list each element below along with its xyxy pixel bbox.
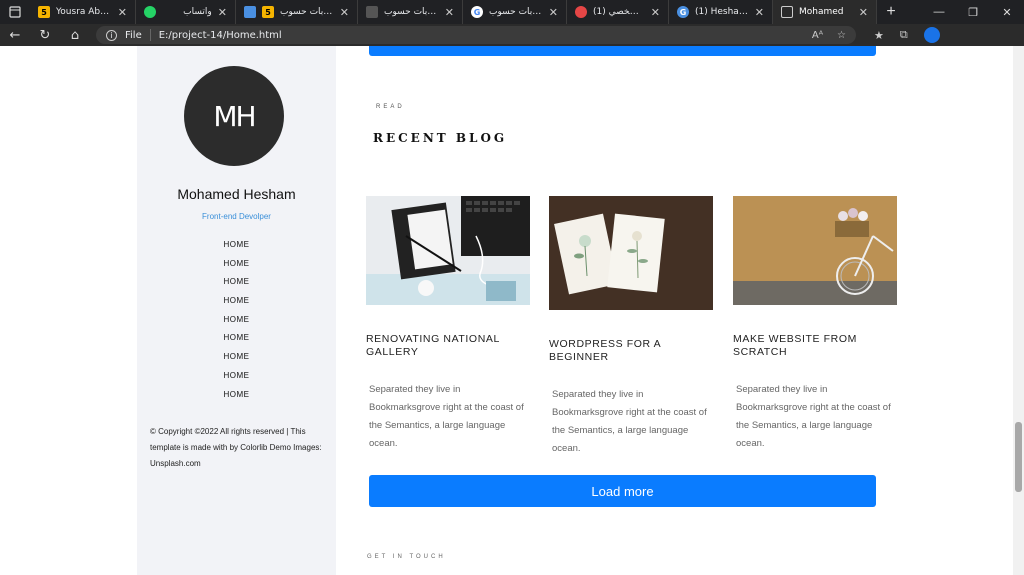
browser-tab[interactable]: (1) ملفي الشخصي ✕ <box>567 0 669 24</box>
profile-role: Front-end Devolper <box>202 212 271 221</box>
blog-excerpt: Separated they live in Bookmarksgrove ri… <box>552 389 707 454</box>
sidebar-item-home[interactable]: HOME <box>137 329 336 348</box>
browser-tab-active[interactable]: Mohamed ✕ <box>773 0 877 24</box>
minimize-icon[interactable]: — <box>922 0 956 24</box>
favorites-icon[interactable]: ★ <box>874 29 884 42</box>
browser-tab[interactable]: 5 Yousra Abdulaziz ✕ <box>30 0 136 24</box>
blog-image[interactable] <box>549 196 713 310</box>
bicycle-wall-image <box>733 196 897 305</box>
tab-close-icon[interactable]: ✕ <box>549 6 558 19</box>
restore-icon[interactable]: ❐ <box>956 0 990 24</box>
sidebar-item-home[interactable]: HOME <box>137 311 336 330</box>
tab-close-icon[interactable]: ✕ <box>651 6 660 19</box>
tab-close-icon[interactable]: ✕ <box>218 6 227 19</box>
sidebar-item-home[interactable]: HOME <box>137 367 336 386</box>
window-controls: — ❐ ✕ <box>922 0 1024 24</box>
profile-avatar-icon[interactable] <box>923 27 940 43</box>
browser-tab[interactable]: واتساب ✕ <box>136 0 236 24</box>
blog-excerpt: Separated they live in Bookmarksgrove ri… <box>369 384 524 449</box>
new-tab-button[interactable]: + <box>877 0 905 24</box>
tab-title: Yousra Abdulaziz <box>56 7 112 17</box>
collections-icon[interactable]: ⧉ <box>900 28 908 42</box>
tab-favicon-icon: G <box>677 6 689 18</box>
divider <box>149 29 151 41</box>
blog-title[interactable]: RENOVATING NATIONAL GALLERY <box>366 333 530 359</box>
tab-close-icon[interactable]: ✕ <box>118 6 127 19</box>
profile-name: Mohamed Hesham <box>177 186 296 202</box>
refresh-icon[interactable]: ↻ <box>30 28 60 43</box>
tab-actions-button[interactable] <box>0 0 30 24</box>
address-bar-row: ← ↻ ⌂ i File E:/project-14/Home.html Aᴬ … <box>0 24 1024 46</box>
tab-close-icon[interactable]: ✕ <box>340 6 349 19</box>
whatsapp-icon <box>144 6 156 18</box>
section-title: RECENT BLOG <box>373 131 508 145</box>
tab-title: Mohamed <box>799 7 844 17</box>
sidebar: MH Mohamed Hesham Front-end Devolper HOM… <box>137 46 336 575</box>
browser-tab[interactable]: G (1) Hesham Essa ✕ <box>669 0 773 24</box>
sidebar-item-home[interactable]: HOME <box>137 236 336 255</box>
tab-title: حسابات حسوب <box>384 7 439 17</box>
section-eyebrow: GET IN TOUCH <box>367 554 446 560</box>
read-aloud-icon[interactable]: Aᴬ <box>812 30 823 41</box>
info-icon[interactable]: i <box>106 29 117 41</box>
avatar: MH <box>184 66 284 166</box>
tab-title: ملفي الشخصي - حسابات حسوب <box>280 7 334 17</box>
blog-title[interactable]: MAKE WEBSITE FROM SCRATCH <box>733 333 897 359</box>
toolbar-icons: ★ ⧉ <box>874 27 940 43</box>
url-text: E:/project-14/Home.html <box>158 29 282 41</box>
blog-card[interactable]: WORDPRESS FOR A BEGINNER Separated they … <box>549 196 713 458</box>
sidebar-item-home[interactable]: HOME <box>137 348 336 367</box>
tab-close-icon[interactable]: ✕ <box>755 6 764 19</box>
home-icon[interactable]: ⌂ <box>60 28 90 43</box>
page-content: MH Mohamed Hesham Front-end Devolper HOM… <box>0 46 1024 575</box>
favorite-add-icon[interactable]: ☆ <box>837 30 846 41</box>
logo-text: MH <box>213 99 256 133</box>
desk-notebook-image <box>366 196 530 305</box>
url-field[interactable]: i File E:/project-14/Home.html Aᴬ ☆ <box>96 26 856 44</box>
tab-favicon-icon: 5 <box>38 6 50 18</box>
scrollbar-thumb[interactable] <box>1015 422 1022 492</box>
url-actions: Aᴬ ☆ <box>812 30 846 41</box>
sidebar-item-home[interactable]: HOME <box>137 386 336 405</box>
page-scrollbar[interactable] <box>1013 46 1024 575</box>
botanical-cards-image <box>549 196 713 310</box>
browser-tab[interactable]: G حسابات حسوب ✕ <box>463 0 567 24</box>
sidebar-item-home[interactable]: HOME <box>137 273 336 292</box>
blog-title[interactable]: WORDPRESS FOR A BEGINNER <box>549 338 713 364</box>
blog-card[interactable]: MAKE WEBSITE FROM SCRATCH Separated they… <box>733 196 897 453</box>
tab-title: حسابات حسوب <box>489 7 543 17</box>
page-icon <box>781 6 793 18</box>
browser-tab[interactable]: حسابات حسوب ✕ <box>358 0 463 24</box>
sidebar-item-home[interactable]: HOME <box>137 255 336 274</box>
close-window-icon[interactable]: ✕ <box>990 0 1024 24</box>
tab-close-icon[interactable]: ✕ <box>445 6 454 19</box>
plus-icon: + <box>886 3 896 20</box>
sidebar-item-home[interactable]: HOME <box>137 292 336 311</box>
browser-tab-strip: 5 Yousra Abdulaziz ✕ واتساب ✕ 5 ملفي الش… <box>0 0 1024 24</box>
sidebar-menu: HOME HOME HOME HOME HOME HOME HOME HOME … <box>137 236 336 404</box>
blog-excerpt: Separated they live in Bookmarksgrove ri… <box>736 384 891 449</box>
top-button-partial[interactable] <box>369 46 876 56</box>
google-icon: G <box>471 6 483 18</box>
tab-close-icon[interactable]: ✕ <box>859 6 868 19</box>
browser-tab[interactable]: 5 ملفي الشخصي - حسابات حسوب ✕ <box>236 0 358 24</box>
section-eyebrow: READ <box>376 104 405 110</box>
blog-image[interactable] <box>366 196 530 305</box>
tab-favicon-icon <box>575 6 587 18</box>
tab-favicon-icon <box>244 6 256 18</box>
load-more-button[interactable]: Load more <box>369 475 876 507</box>
tab-title: (1) Hesham Essa <box>695 7 749 17</box>
tab-title: (1) ملفي الشخصي <box>593 7 645 17</box>
blog-card[interactable]: RENOVATING NATIONAL GALLERY Separated th… <box>366 196 530 453</box>
blog-image[interactable] <box>733 196 897 305</box>
tab-title: واتساب <box>183 7 212 17</box>
back-icon[interactable]: ← <box>0 28 30 43</box>
tab-favicon-icon: 5 <box>262 6 274 18</box>
tab-actions-icon <box>9 6 21 18</box>
scheme-label: File <box>125 29 142 41</box>
copyright-text: © Copyright ©2022 All rights reserved | … <box>150 427 322 468</box>
tab-favicon-icon <box>366 6 378 18</box>
